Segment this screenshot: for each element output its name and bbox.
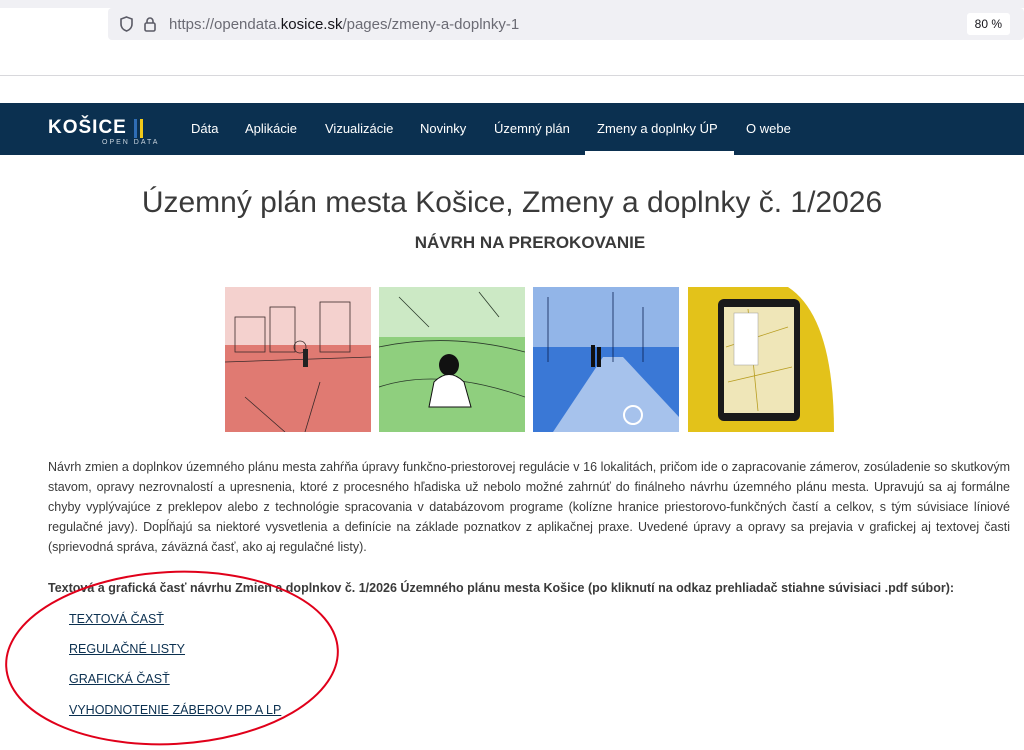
illustration-tablet-yellow xyxy=(688,287,834,432)
description-text: Návrh zmien a doplnkov územného plánu me… xyxy=(48,460,1010,554)
nav-item-uzemny-plan[interactable]: Územný plán xyxy=(494,121,570,136)
zoom-level-badge[interactable]: 80 % xyxy=(966,13,1010,35)
page-title: Územný plán mesta Košice, Zmeny a doplnk… xyxy=(141,186,883,219)
nav-item-o-webe[interactable]: O webe xyxy=(746,121,791,136)
link-graficka-cast[interactable]: GRAFICKÁ ČASŤ xyxy=(69,672,170,686)
shield-icon[interactable] xyxy=(117,15,135,33)
nav-item-vizualizacie[interactable]: Vizualizácie xyxy=(325,121,393,136)
link-regulacne-listy[interactable]: REGULAČNÉ LISTY xyxy=(69,642,185,656)
illustration-park-green xyxy=(379,287,525,432)
nav-active-indicator xyxy=(585,151,734,155)
nav-item-zmeny-a-doplnky[interactable]: Zmeny a doplnky ÚP xyxy=(597,121,718,136)
nav-item-novinky[interactable]: Novinky xyxy=(420,121,466,136)
url-text[interactable]: https://opendata.kosice.sk/pages/zmeny-a… xyxy=(169,16,519,33)
links-heading: Textová a grafická časť návrhu Zmien a d… xyxy=(48,581,955,595)
toolbar-divider xyxy=(0,75,1024,76)
lock-icon[interactable] xyxy=(141,15,159,33)
nav-item-data[interactable]: Dáta xyxy=(191,121,218,136)
illustration-city-red xyxy=(225,287,371,432)
nav-item-aplikacie[interactable]: Aplikácie xyxy=(245,121,297,136)
logo-bars-icon xyxy=(134,119,143,138)
site-navbar: KOŠICE OPEN DATA Dáta Aplikácie Vizualiz… xyxy=(0,103,1024,155)
link-textova-cast[interactable]: TEXTOVÁ ČASŤ xyxy=(69,612,164,626)
link-vyhodnotenie-zaberov[interactable]: VYHODNOTENIE ZÁBEROV PP A LP xyxy=(69,703,281,717)
illustration-street-blue xyxy=(533,287,679,432)
address-bar[interactable]: https://opendata.kosice.sk/pages/zmeny-a… xyxy=(108,8,1024,40)
browser-tabstrip xyxy=(0,0,1024,8)
page-subtitle: NÁVRH NA PREROKOVANIE xyxy=(414,233,646,252)
